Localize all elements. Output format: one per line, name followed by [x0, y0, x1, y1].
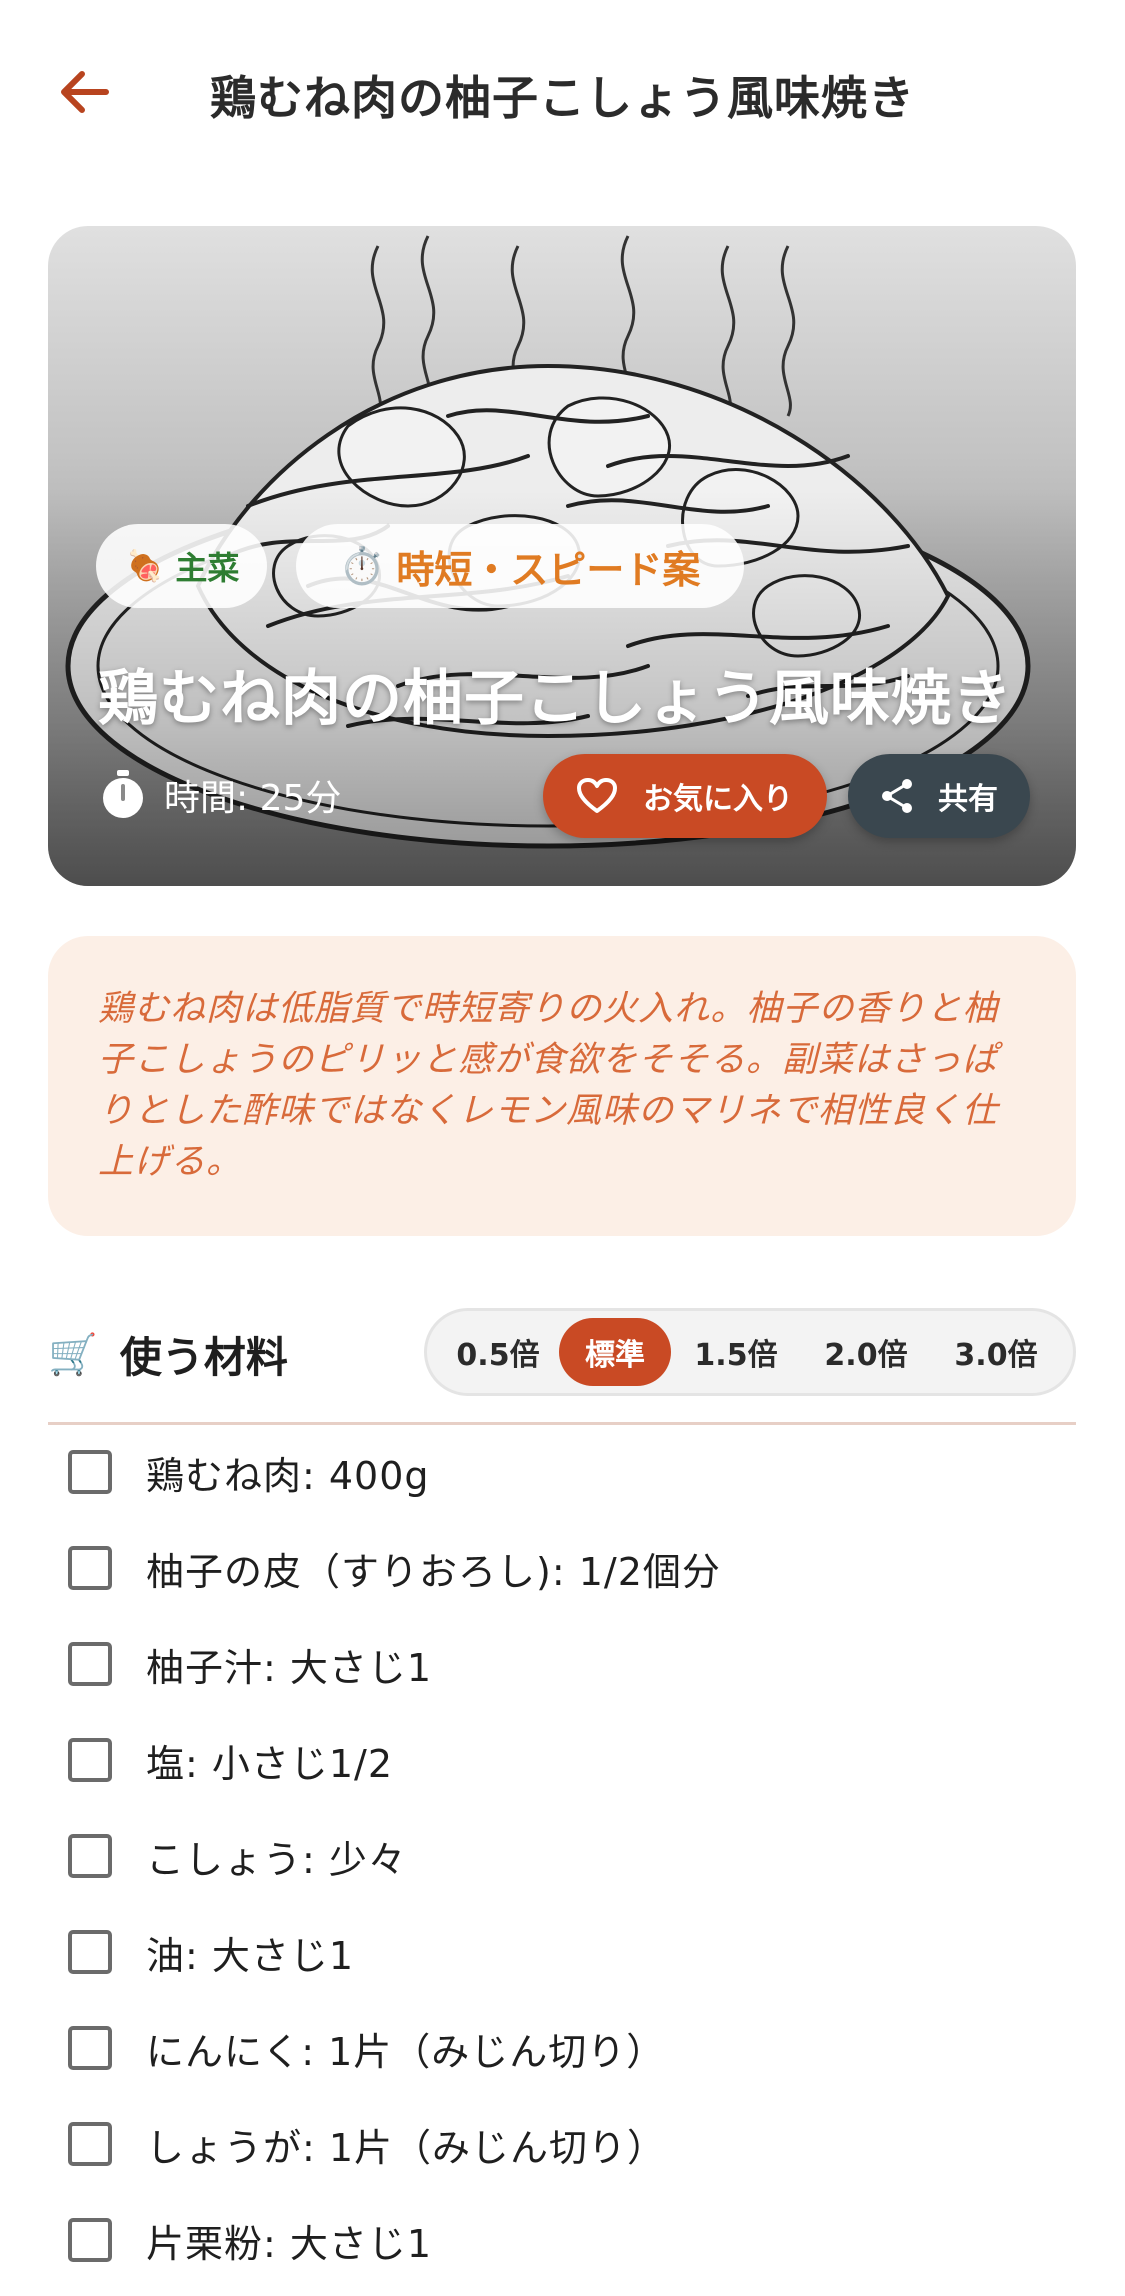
- ingredient-checkbox[interactable]: [68, 1930, 112, 1974]
- speed-chip: ⏱️ 時短・スピード案: [296, 524, 744, 608]
- ingredient-checkbox[interactable]: [68, 1834, 112, 1878]
- description-text: 鶏むね肉は低脂質で時短寄りの火入れ。柚子の香りと柚子こしょうのピリッと感が食欲を…: [98, 989, 999, 1182]
- ingredient-checkbox[interactable]: [68, 2218, 112, 2262]
- favorite-button[interactable]: お気に入り: [543, 754, 827, 838]
- scale-option-standard[interactable]: 標準: [559, 1318, 671, 1386]
- ingredient-list: 鶏むね肉: 400g 柚子の皮（すりおろし): 1/2個分 柚子汁: 大さじ1 …: [48, 1424, 1076, 2288]
- speed-chip-label: 時短・スピード案: [396, 547, 701, 592]
- scale-option-0-5[interactable]: 0.5倍: [437, 1318, 559, 1386]
- ingredient-checkbox[interactable]: [68, 2122, 112, 2166]
- hero-card: 🍖 主菜 ⏱️ 時短・スピード案 鶏むね肉の柚子こしょう風味焼き 時間: 25分…: [48, 226, 1076, 886]
- ingredient-label: 油: 大さじ1: [146, 1933, 355, 1978]
- share-icon: [882, 779, 912, 813]
- ingredient-label: 塩: 小さじ1/2: [146, 1741, 394, 1786]
- cook-time-label: 時間: 25分: [164, 778, 342, 819]
- recipe-title: 鶏むね肉の柚子こしょう風味焼き: [98, 664, 1013, 734]
- app-header: 鶏むね肉の柚子こしょう風味焼き: [0, 0, 1125, 190]
- share-button[interactable]: 共有: [848, 754, 1030, 838]
- ingredients-header: 🛒 使う材料 0.5倍 標準 1.5倍 2.0倍 3.0倍: [48, 1306, 1076, 1398]
- ingredient-item: こしょう: 少々: [48, 1808, 1076, 1904]
- category-chip-label: 主菜: [175, 549, 240, 587]
- serving-scale-selector: 0.5倍 標準 1.5倍 2.0倍 3.0倍: [424, 1308, 1076, 1396]
- share-label: 共有: [938, 782, 998, 817]
- ingredient-item: 柚子汁: 大さじ1: [48, 1616, 1076, 1712]
- ingredient-item: 片栗粉: 大さじ1: [48, 2192, 1076, 2288]
- ingredient-checkbox[interactable]: [68, 1546, 112, 1590]
- ingredient-label: 柚子汁: 大さじ1: [146, 1645, 433, 1690]
- ingredient-label: しょうが: 1片（みじん切り）: [146, 2125, 667, 2170]
- heart-icon: [577, 778, 617, 813]
- ingredient-label: 鶏むね肉: 400g: [146, 1453, 430, 1498]
- ingredient-checkbox[interactable]: [68, 1738, 112, 1782]
- ingredient-checkbox[interactable]: [68, 2026, 112, 2070]
- ingredients-title-wrap: 🛒 使う材料: [48, 1324, 288, 1385]
- ingredient-label: にんにく: 1片（みじん切り）: [146, 2029, 666, 2074]
- favorite-label: お気に入り: [643, 782, 793, 817]
- ingredient-checkbox[interactable]: [68, 1450, 112, 1494]
- page-title: 鶏むね肉の柚子こしょう風味焼き: [210, 71, 915, 125]
- cook-time: 時間: 25分: [100, 770, 341, 820]
- scale-option-2-0[interactable]: 2.0倍: [801, 1318, 931, 1386]
- ingredient-label: こしょう: 少々: [146, 1837, 407, 1882]
- description-card: 鶏むね肉は低脂質で時短寄りの火入れ。柚子の香りと柚子こしょうのピリッと感が食欲を…: [48, 936, 1076, 1236]
- meat-icon: 🍖: [126, 548, 164, 584]
- ingredient-item: 油: 大さじ1: [48, 1904, 1076, 2000]
- ingredient-item: にんにく: 1片（みじん切り）: [48, 2000, 1076, 2096]
- timer-icon: [103, 770, 143, 818]
- stopwatch-icon: ⏱️: [339, 546, 385, 587]
- scale-option-3-0[interactable]: 3.0倍: [931, 1318, 1061, 1386]
- ingredient-item: 塩: 小さじ1/2: [48, 1712, 1076, 1808]
- category-chip: 🍖 主菜: [96, 524, 268, 608]
- ingredient-label: 柚子の皮（すりおろし): 1/2個分: [146, 1549, 721, 1594]
- ingredient-item: 柚子の皮（すりおろし): 1/2個分: [48, 1520, 1076, 1616]
- cart-icon: 🛒: [48, 1332, 98, 1378]
- ingredients-title: 使う材料: [119, 1333, 288, 1382]
- ingredient-checkbox[interactable]: [68, 1642, 112, 1686]
- ingredient-item: 鶏むね肉: 400g: [48, 1424, 1076, 1520]
- scale-option-1-5[interactable]: 1.5倍: [671, 1318, 801, 1386]
- ingredient-item: しょうが: 1片（みじん切り）: [48, 2096, 1076, 2192]
- ingredient-label: 片栗粉: 大さじ1: [146, 2221, 433, 2266]
